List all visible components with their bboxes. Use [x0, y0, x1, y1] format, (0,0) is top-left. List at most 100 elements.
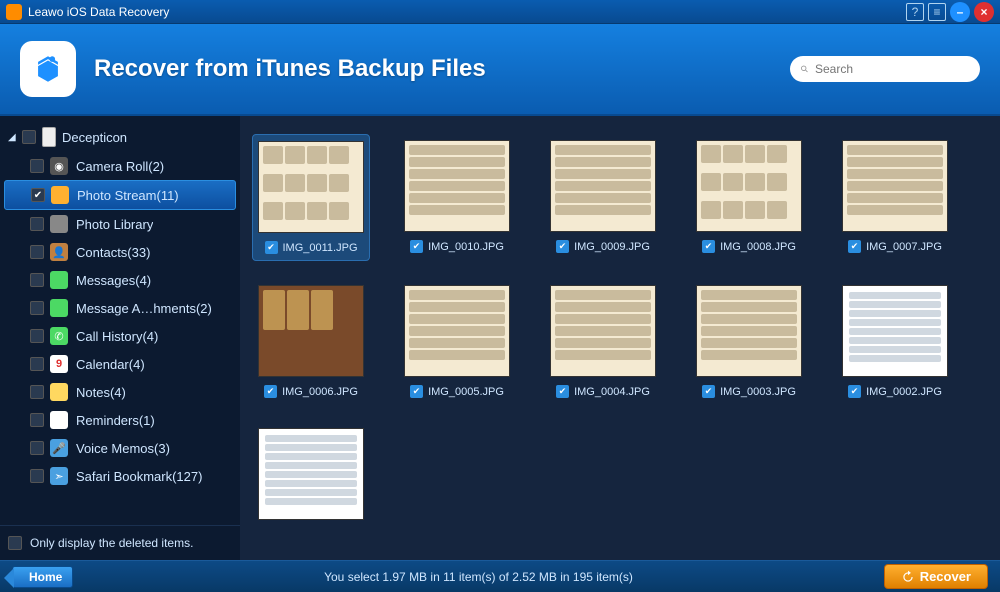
- thumb-checkbox[interactable]: [848, 385, 861, 398]
- sidebar-item-label: Reminders(1): [76, 413, 155, 428]
- thumb-image: [696, 140, 802, 232]
- sidebar-item-label: Photo Library: [76, 217, 153, 232]
- minimize-button[interactable]: –: [950, 2, 970, 22]
- thumbnail-1[interactable]: IMG_0010.JPG: [398, 134, 516, 261]
- sidebar-item-8[interactable]: Notes(4): [0, 378, 240, 406]
- checkbox[interactable]: [30, 413, 44, 427]
- sidebar-item-7[interactable]: 9Calendar(4): [0, 350, 240, 378]
- thumb-filename: IMG_0004.JPG: [574, 386, 650, 398]
- header: Recover from iTunes Backup Files: [0, 24, 1000, 116]
- header-icon: [20, 41, 76, 97]
- thumbnail-10[interactable]: [252, 422, 370, 526]
- checkbox[interactable]: [30, 245, 44, 259]
- sidebar-item-11[interactable]: ➣ Safari Bookmark(127): [0, 462, 240, 490]
- thumb-image: [404, 140, 510, 232]
- checkbox[interactable]: [30, 357, 44, 371]
- checkbox[interactable]: [30, 441, 44, 455]
- thumb-checkbox[interactable]: [702, 240, 715, 253]
- checkbox[interactable]: [30, 217, 44, 231]
- sidebar-item-label: Safari Bookmark(127): [76, 469, 202, 484]
- sidebar-item-10[interactable]: 🎤 Voice Memos(3): [0, 434, 240, 462]
- recover-icon: [901, 570, 915, 584]
- checkbox[interactable]: [22, 130, 36, 144]
- sidebar-item-label: Photo Stream(11): [77, 188, 179, 203]
- only-deleted-row[interactable]: Only display the deleted items.: [0, 525, 240, 560]
- sidebar-item-label: Contacts(33): [76, 245, 150, 260]
- home-button[interactable]: Home: [12, 566, 73, 588]
- thumb-filename: IMG_0009.JPG: [574, 241, 650, 253]
- app-title: Leawo iOS Data Recovery: [28, 5, 902, 19]
- category-icon: [51, 186, 69, 204]
- category-icon: ◉: [50, 157, 68, 175]
- thumb-checkbox[interactable]: [556, 385, 569, 398]
- close-button[interactable]: ×: [974, 2, 994, 22]
- thumb-checkbox[interactable]: [702, 385, 715, 398]
- search-box[interactable]: [790, 56, 980, 82]
- thumb-image: [258, 141, 364, 233]
- thumbnail-5[interactable]: IMG_0006.JPG: [252, 279, 370, 404]
- thumb-label-row: IMG_0010.JPG: [410, 240, 504, 253]
- thumbnail-2[interactable]: IMG_0009.JPG: [544, 134, 662, 261]
- checkbox[interactable]: [30, 301, 44, 315]
- app-icon: [6, 4, 22, 20]
- thumbnail-8[interactable]: IMG_0003.JPG: [690, 279, 808, 404]
- thumb-filename: IMG_0003.JPG: [720, 386, 796, 398]
- recover-button[interactable]: Recover: [884, 564, 988, 589]
- sidebar-item-5[interactable]: Message A…hments(2): [0, 294, 240, 322]
- thumb-checkbox[interactable]: [265, 241, 278, 254]
- thumb-label-row: IMG_0006.JPG: [264, 385, 358, 398]
- device-root[interactable]: ◢ Decepticon: [0, 122, 240, 152]
- sidebar-item-label: Notes(4): [76, 385, 126, 400]
- only-deleted-checkbox[interactable]: [8, 536, 22, 550]
- thumb-image: [842, 285, 948, 377]
- thumb-checkbox[interactable]: [410, 385, 423, 398]
- checkbox[interactable]: [31, 188, 45, 202]
- sidebar-item-2[interactable]: Photo Library: [0, 210, 240, 238]
- recover-label: Recover: [920, 569, 971, 584]
- sidebar-item-1[interactable]: Photo Stream(11): [4, 180, 236, 210]
- sidebar-item-3[interactable]: 👤Contacts(33): [0, 238, 240, 266]
- sidebar-item-9[interactable]: Reminders(1): [0, 406, 240, 434]
- thumbnail-0[interactable]: IMG_0011.JPG: [252, 134, 370, 261]
- category-icon: [50, 299, 68, 317]
- thumb-checkbox[interactable]: [848, 240, 861, 253]
- thumb-image: [550, 140, 656, 232]
- checkbox[interactable]: [30, 273, 44, 287]
- thumbnail-4[interactable]: IMG_0007.JPG: [836, 134, 954, 261]
- footer: Home You select 1.97 MB in 11 item(s) of…: [0, 560, 1000, 592]
- sidebar-item-label: Voice Memos(3): [76, 441, 170, 456]
- thumbnail-6[interactable]: IMG_0005.JPG: [398, 279, 516, 404]
- menu-button[interactable]: ≡: [928, 3, 946, 21]
- sidebar-item-0[interactable]: ◉Camera Roll(2): [0, 152, 240, 180]
- thumbnail-9[interactable]: IMG_0002.JPG: [836, 279, 954, 404]
- search-input[interactable]: [815, 62, 970, 76]
- sidebar-item-label: Messages(4): [76, 273, 151, 288]
- sidebar-item-4[interactable]: Messages(4): [0, 266, 240, 294]
- thumb-label-row: IMG_0004.JPG: [556, 385, 650, 398]
- category-icon: 🎤: [50, 439, 68, 457]
- checkbox[interactable]: [30, 329, 44, 343]
- sidebar-item-6[interactable]: ✆Call History(4): [0, 322, 240, 350]
- thumb-label-row: IMG_0007.JPG: [848, 240, 942, 253]
- thumb-filename: IMG_0005.JPG: [428, 386, 504, 398]
- thumb-checkbox[interactable]: [264, 385, 277, 398]
- category-icon: ➣: [50, 467, 68, 485]
- help-button[interactable]: ?: [906, 3, 924, 21]
- thumbnail-3[interactable]: IMG_0008.JPG: [690, 134, 808, 261]
- category-icon: [50, 215, 68, 233]
- category-icon: [50, 411, 68, 429]
- thumb-checkbox[interactable]: [556, 240, 569, 253]
- thumb-image: [404, 285, 510, 377]
- thumbnail-7[interactable]: IMG_0004.JPG: [544, 279, 662, 404]
- checkbox[interactable]: [30, 385, 44, 399]
- checkbox[interactable]: [30, 469, 44, 483]
- thumb-filename: IMG_0010.JPG: [428, 241, 504, 253]
- thumb-image: [550, 285, 656, 377]
- category-icon: [50, 271, 68, 289]
- checkbox[interactable]: [30, 159, 44, 173]
- thumb-checkbox[interactable]: [410, 240, 423, 253]
- only-deleted-label: Only display the deleted items.: [30, 536, 193, 550]
- thumb-filename: IMG_0006.JPG: [282, 386, 358, 398]
- sidebar-item-label: Call History(4): [76, 329, 158, 344]
- thumb-image: [258, 428, 364, 520]
